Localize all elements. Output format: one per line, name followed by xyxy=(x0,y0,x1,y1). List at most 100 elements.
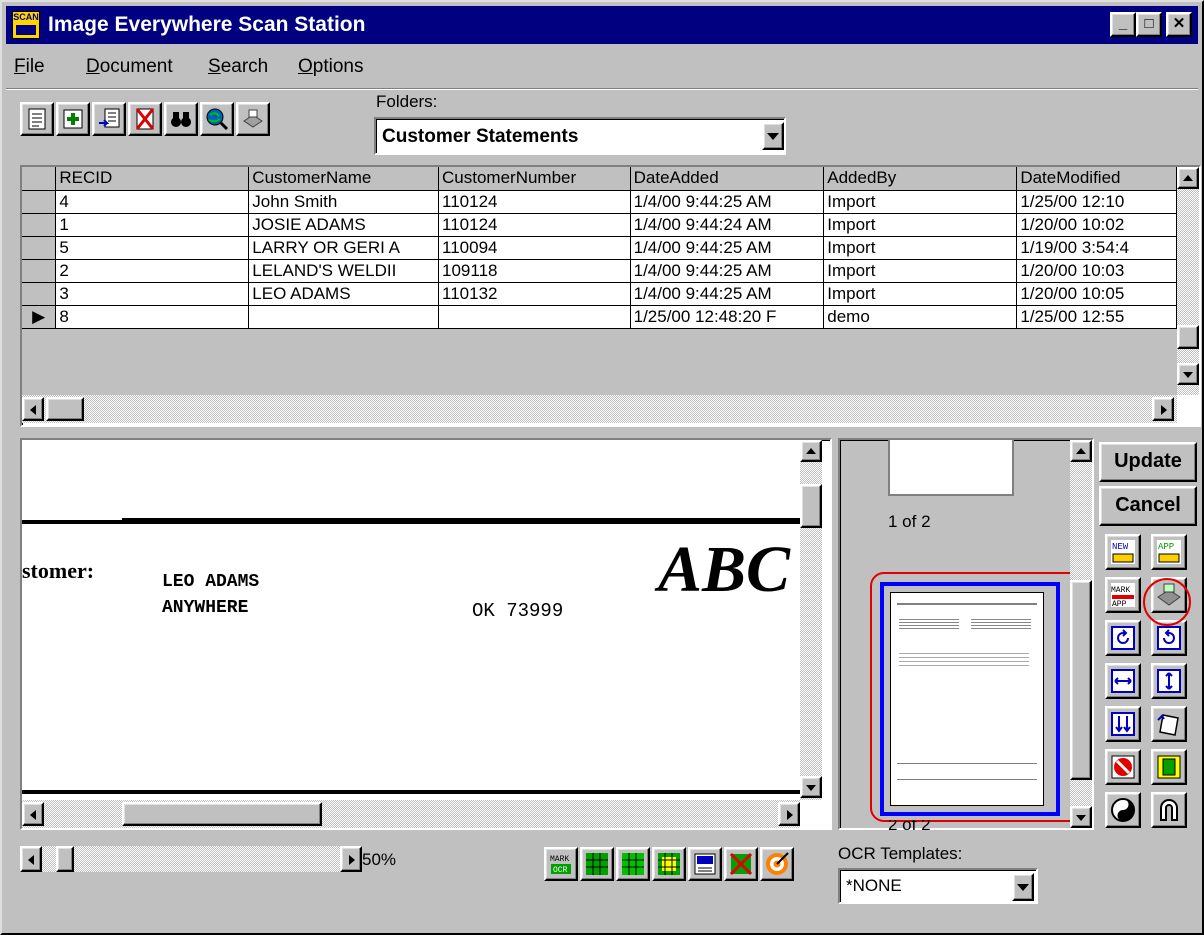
full-ocr-button[interactable] xyxy=(616,847,650,881)
table-cell[interactable]: LELAND'S WELDII xyxy=(248,259,440,283)
scan-button[interactable] xyxy=(92,102,126,136)
table-cell[interactable]: 1/20/00 10:03 xyxy=(1016,259,1177,283)
clear-ocr-button[interactable] xyxy=(724,847,758,881)
minimize-button[interactable]: _ xyxy=(1110,12,1136,37)
rotate-left-button[interactable] xyxy=(1105,620,1141,656)
scroll-thumb[interactable] xyxy=(800,484,822,528)
table-cell[interactable]: 110124 xyxy=(438,190,631,214)
scroll-up-button[interactable] xyxy=(800,440,822,462)
column-header[interactable]: RECID xyxy=(55,167,250,191)
table-cell[interactable]: 3 xyxy=(55,282,250,306)
print-button[interactable] xyxy=(236,102,270,136)
update-button[interactable]: Update xyxy=(1099,442,1197,482)
row-selector[interactable] xyxy=(22,236,57,260)
table-cell[interactable]: 2 xyxy=(55,259,250,283)
scroll-up-button[interactable] xyxy=(1070,440,1092,462)
table-row[interactable]: 1 JOSIE ADAMS 110124 1/4/00 9:44:24 AM Impor… xyxy=(22,213,1177,237)
table-row[interactable]: 4 John Smith 110124 1/4/00 9:44:25 AM Import… xyxy=(22,190,1177,214)
target-button[interactable] xyxy=(760,847,794,881)
title-bar[interactable]: SCAN Image Everywhere Scan Station _ □ ✕ xyxy=(6,6,1198,44)
new-page-button[interactable]: NEW xyxy=(1105,534,1141,570)
zoom-slider[interactable] xyxy=(20,846,362,872)
table-cell[interactable]: 5 xyxy=(55,236,250,260)
scroll-down-button[interactable] xyxy=(800,776,822,798)
row-selector[interactable] xyxy=(22,190,57,214)
web-search-button[interactable] xyxy=(200,102,234,136)
scroll-thumb[interactable] xyxy=(122,802,322,826)
menu-options[interactable]: Options xyxy=(298,56,363,78)
table-cell[interactable]: 110124 xyxy=(438,213,631,237)
table-cell[interactable]: 1/4/00 9:44:25 AM xyxy=(630,282,825,306)
table-cell[interactable]: 110132 xyxy=(438,282,631,306)
table-cell[interactable]: John Smith xyxy=(248,190,440,214)
zoom-thumb[interactable] xyxy=(56,846,74,872)
mark-ocr-button[interactable]: MARK OCR xyxy=(544,847,578,881)
scroll-thumb[interactable] xyxy=(1070,580,1092,780)
table-cell[interactable]: 1/25/00 12:48:20 F xyxy=(630,305,825,329)
grid-vertical-scrollbar[interactable] xyxy=(1177,167,1199,395)
zone-ocr-button[interactable] xyxy=(580,847,614,881)
menu-search[interactable]: Search xyxy=(208,56,268,78)
scroll-thumb[interactable] xyxy=(46,397,84,421)
fit-width-button[interactable] xyxy=(1105,663,1141,699)
thumbnail-page-2[interactable] xyxy=(880,582,1060,816)
magnet-button[interactable] xyxy=(1151,792,1187,828)
scroll-left-button[interactable] xyxy=(22,802,44,826)
table-cell[interactable]: Import xyxy=(823,213,1018,237)
mark-append-button[interactable]: MARK APP xyxy=(1105,577,1141,613)
ocr-template-select[interactable]: *NONE xyxy=(838,868,1038,904)
thumbnail-panel[interactable]: 1 of 2 2 of 2 xyxy=(838,438,1094,830)
close-button[interactable]: ✕ xyxy=(1166,12,1192,37)
crop-button[interactable] xyxy=(1151,749,1187,785)
table-cell[interactable]: 4 xyxy=(55,190,250,214)
zoom-out-button[interactable] xyxy=(20,846,42,872)
table-row[interactable]: 3 LEO ADAMS 110132 1/4/00 9:44:25 AM Import 1… xyxy=(22,282,1177,306)
folder-select[interactable]: Customer Statements xyxy=(374,117,786,155)
table-cell[interactable]: 1/20/00 10:02 xyxy=(1016,213,1177,237)
row-selector[interactable] xyxy=(22,259,57,283)
table-cell[interactable]: 1/20/00 10:05 xyxy=(1016,282,1177,306)
viewer-vertical-scrollbar[interactable] xyxy=(800,440,822,800)
table-cell[interactable]: 1/25/00 12:55 xyxy=(1016,305,1177,329)
add-button[interactable] xyxy=(56,102,90,136)
table-cell[interactable]: 110094 xyxy=(438,236,631,260)
menu-file[interactable]: File xyxy=(14,56,45,78)
column-header[interactable]: DateAdded xyxy=(630,167,825,191)
viewer-horizontal-scrollbar[interactable] xyxy=(22,800,800,828)
append-page-button[interactable]: APP xyxy=(1151,534,1187,570)
scroll-down-button[interactable] xyxy=(1177,363,1199,385)
thumbnail-page-1[interactable] xyxy=(888,440,1014,496)
table-cell[interactable]: 1/4/00 9:44:25 AM xyxy=(630,259,825,283)
grid-button[interactable] xyxy=(652,847,686,881)
column-header[interactable]: CustomerName xyxy=(248,167,440,191)
table-row[interactable]: 5 LARRY OR GERI A 110094 1/4/00 9:44:25 AM I… xyxy=(22,236,1177,260)
scroll-right-button[interactable] xyxy=(1152,397,1174,421)
row-selector[interactable]: ▶ xyxy=(22,305,57,329)
grid-horizontal-scrollbar[interactable] xyxy=(22,395,1177,423)
row-selector[interactable] xyxy=(22,213,57,237)
table-cell[interactable]: JOSIE ADAMS xyxy=(248,213,440,237)
document-viewer[interactable]: stomer: LEO ADAMS ANYWHERE OK 73999 ABC xyxy=(20,438,832,830)
zoom-in-button[interactable] xyxy=(340,846,362,872)
page-down-button[interactable] xyxy=(1105,706,1141,742)
despeckle-button[interactable] xyxy=(1105,749,1141,785)
scroll-thumb[interactable] xyxy=(1177,325,1199,349)
find-button[interactable] xyxy=(164,102,198,136)
table-row[interactable]: ▶ 8 1/25/00 12:48:20 Fdemo 1/25/00 12:55 xyxy=(22,305,1177,329)
scroll-left-button[interactable] xyxy=(22,397,44,421)
flip-page-button[interactable] xyxy=(1151,706,1187,742)
table-cell[interactable]: 8 xyxy=(55,305,250,329)
table-cell[interactable]: 1/25/00 12:10 xyxy=(1016,190,1177,214)
table-cell[interactable]: 109118 xyxy=(438,259,631,283)
table-cell[interactable]: Import xyxy=(823,259,1018,283)
maximize-button[interactable]: □ xyxy=(1136,12,1162,37)
scroll-up-button[interactable] xyxy=(1177,167,1199,189)
scroll-right-button[interactable] xyxy=(778,802,800,826)
table-cell[interactable]: 1/4/00 9:44:25 AM xyxy=(630,190,825,214)
table-cell[interactable] xyxy=(438,305,631,329)
table-cell[interactable]: demo xyxy=(823,305,1018,329)
chevron-down-icon[interactable] xyxy=(1012,873,1034,901)
ocr-save-button[interactable] xyxy=(688,847,722,881)
column-header[interactable]: DateModified xyxy=(1016,167,1177,191)
contrast-button[interactable] xyxy=(1105,792,1141,828)
